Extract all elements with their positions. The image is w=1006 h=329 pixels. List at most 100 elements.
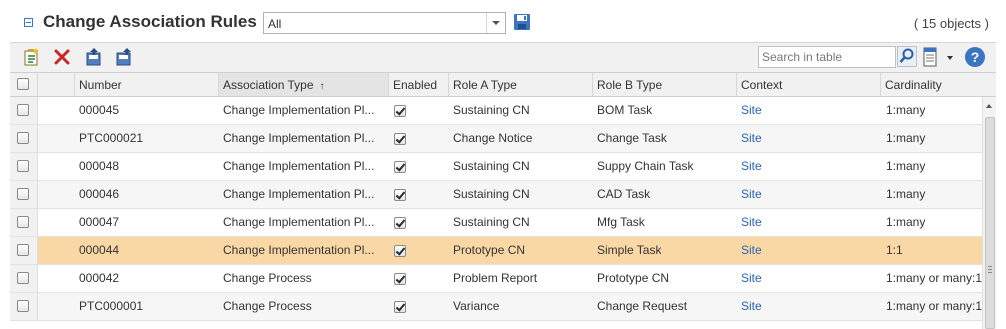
grip-line — [988, 272, 992, 273]
cell-role-b-type: Change Request — [597, 299, 688, 313]
cell-association-type: Change Implementation Pl... — [223, 243, 375, 257]
cell-number: 000047 — [79, 215, 120, 229]
delete-icon[interactable] — [52, 47, 72, 67]
scroll-up-arrow-icon[interactable] — [986, 104, 992, 108]
row-checkbox[interactable] — [17, 244, 29, 256]
row-checkbox[interactable] — [17, 188, 29, 200]
scrollbar-thumb[interactable] — [985, 117, 995, 329]
cell-number: 000048 — [79, 159, 120, 173]
cell-context-link[interactable]: Site — [741, 181, 762, 208]
cell-number: PTC000001 — [79, 299, 144, 313]
cell-cardinality: 1:many — [886, 159, 926, 173]
search-input[interactable] — [762, 48, 894, 66]
import-icon[interactable] — [114, 47, 134, 67]
help-icon[interactable]: ? — [965, 47, 985, 67]
export-icon[interactable] — [84, 47, 104, 67]
search-input-box[interactable] — [758, 46, 896, 68]
column-header-label: Association Type — [223, 78, 314, 92]
row-select-cell — [10, 181, 38, 208]
cell-role-a-type: Problem Report — [453, 271, 538, 285]
cell-association-type: Change Implementation Pl... — [223, 215, 375, 229]
view-select[interactable]: All — [263, 12, 506, 34]
cell-context-link[interactable]: Site — [741, 293, 762, 320]
cell-context-link[interactable]: Site — [741, 209, 762, 236]
cell-context-link[interactable]: Site — [741, 237, 762, 264]
cell-role-a-type: Change Notice — [453, 131, 533, 145]
cell-cardinality: 1:many — [886, 131, 926, 145]
cell-context-link[interactable]: Site — [741, 153, 762, 180]
sort-ascending-icon: ↑ — [319, 81, 325, 92]
table-body: 000045 Change Implementation Pl... Susta… — [10, 97, 982, 329]
save-icon[interactable] — [513, 13, 531, 31]
cell-role-a-type: Sustaining CN — [453, 103, 530, 117]
table-row[interactable]: 000042 Change Process Problem Report Pro… — [10, 265, 982, 293]
cell-context-link[interactable]: Site — [741, 265, 762, 292]
column-header-context[interactable]: Context — [736, 73, 880, 96]
column-header-number[interactable]: Number — [74, 73, 218, 96]
grip-line — [988, 266, 992, 267]
cell-association-type: Change Implementation Pl... — [223, 159, 375, 173]
cell-association-type: Change Implementation Pl... — [223, 187, 375, 201]
collapse-toggle-icon[interactable] — [24, 18, 33, 27]
cell-number: 000045 — [79, 103, 120, 117]
cell-role-b-type: Suppy Chain Task — [597, 159, 694, 173]
row-checkbox[interactable] — [17, 300, 29, 312]
row-checkbox[interactable] — [17, 104, 29, 116]
panel-header: Change Association Rules All ( 15 object… — [0, 0, 1006, 42]
row-select-cell — [10, 125, 38, 152]
cell-number: PTC000021 — [79, 131, 144, 145]
row-checkbox[interactable] — [17, 272, 29, 284]
grip-line — [988, 269, 992, 270]
new-rule-icon[interactable] — [22, 47, 42, 67]
column-header-role-a-type[interactable]: Role A Type — [448, 73, 592, 96]
cell-role-a-type: Variance — [453, 299, 500, 313]
cell-context-link[interactable]: Site — [741, 125, 762, 152]
row-checkbox[interactable] — [17, 132, 29, 144]
cell-enabled-checkbox — [394, 133, 406, 145]
chevron-down-icon[interactable] — [486, 13, 505, 33]
column-header-enabled[interactable]: Enabled — [388, 73, 448, 96]
view-select-value: All — [268, 17, 282, 31]
select-all-checkbox[interactable] — [17, 78, 29, 90]
association-rules-table: Number Association Type ↑ Enabled Role A … — [10, 72, 996, 329]
chevron-down-icon[interactable] — [947, 56, 953, 60]
cell-cardinality: 1:many — [886, 103, 926, 117]
row-checkbox[interactable] — [17, 160, 29, 172]
row-select-cell — [10, 209, 38, 236]
cell-enabled-checkbox — [394, 273, 406, 285]
cell-context-link[interactable]: Site — [741, 97, 762, 124]
search-icon[interactable] — [897, 46, 917, 67]
cell-enabled-checkbox — [394, 105, 406, 117]
cell-role-b-type: Simple Task — [597, 243, 662, 257]
cell-association-type: Change Implementation Pl... — [223, 103, 375, 117]
row-select-cell — [10, 97, 38, 124]
row-checkbox[interactable] — [17, 216, 29, 228]
table-row[interactable]: 000047 Change Implementation Pl... Susta… — [10, 209, 982, 237]
cell-number: 000042 — [79, 271, 120, 285]
table-row[interactable]: PTC000021 Change Implementation Pl... Ch… — [10, 125, 982, 153]
row-select-cell — [10, 237, 38, 264]
cell-cardinality: 1:many or many:1 — [886, 271, 982, 285]
cell-role-b-type: CAD Task — [597, 187, 651, 201]
column-header-association-type[interactable]: Association Type ↑ — [218, 73, 388, 96]
table-row[interactable]: 000046 Change Implementation Pl... Susta… — [10, 181, 982, 209]
table-row-highlighted[interactable]: 000044 Change Implementation Pl... Proto… — [10, 237, 982, 265]
cell-enabled-checkbox — [394, 161, 406, 173]
vertical-scrollbar[interactable] — [982, 97, 996, 329]
cell-role-b-type: Prototype CN — [597, 271, 670, 285]
cell-association-type: Change Process — [223, 299, 312, 313]
column-header-role-b-type[interactable]: Role B Type — [592, 73, 736, 96]
columns-icon[interactable] — [923, 47, 937, 67]
cell-cardinality: 1:many — [886, 215, 926, 229]
table-row[interactable]: 000045 Change Implementation Pl... Susta… — [10, 97, 982, 125]
column-header-cardinality[interactable]: Cardinality — [880, 73, 996, 96]
table-row[interactable]: PTC000001 Change Process Variance Change… — [10, 293, 982, 321]
row-select-cell — [10, 153, 38, 180]
table-row[interactable]: 000048 Change Implementation Pl... Susta… — [10, 153, 982, 181]
cell-number: 000044 — [79, 243, 120, 257]
cell-role-b-type: Change Task — [597, 131, 667, 145]
select-all-cell — [10, 73, 37, 96]
cell-cardinality: 1:many or many:1 — [886, 299, 982, 313]
cell-role-a-type: Sustaining CN — [453, 187, 530, 201]
cell-cardinality: 1:1 — [886, 243, 903, 257]
